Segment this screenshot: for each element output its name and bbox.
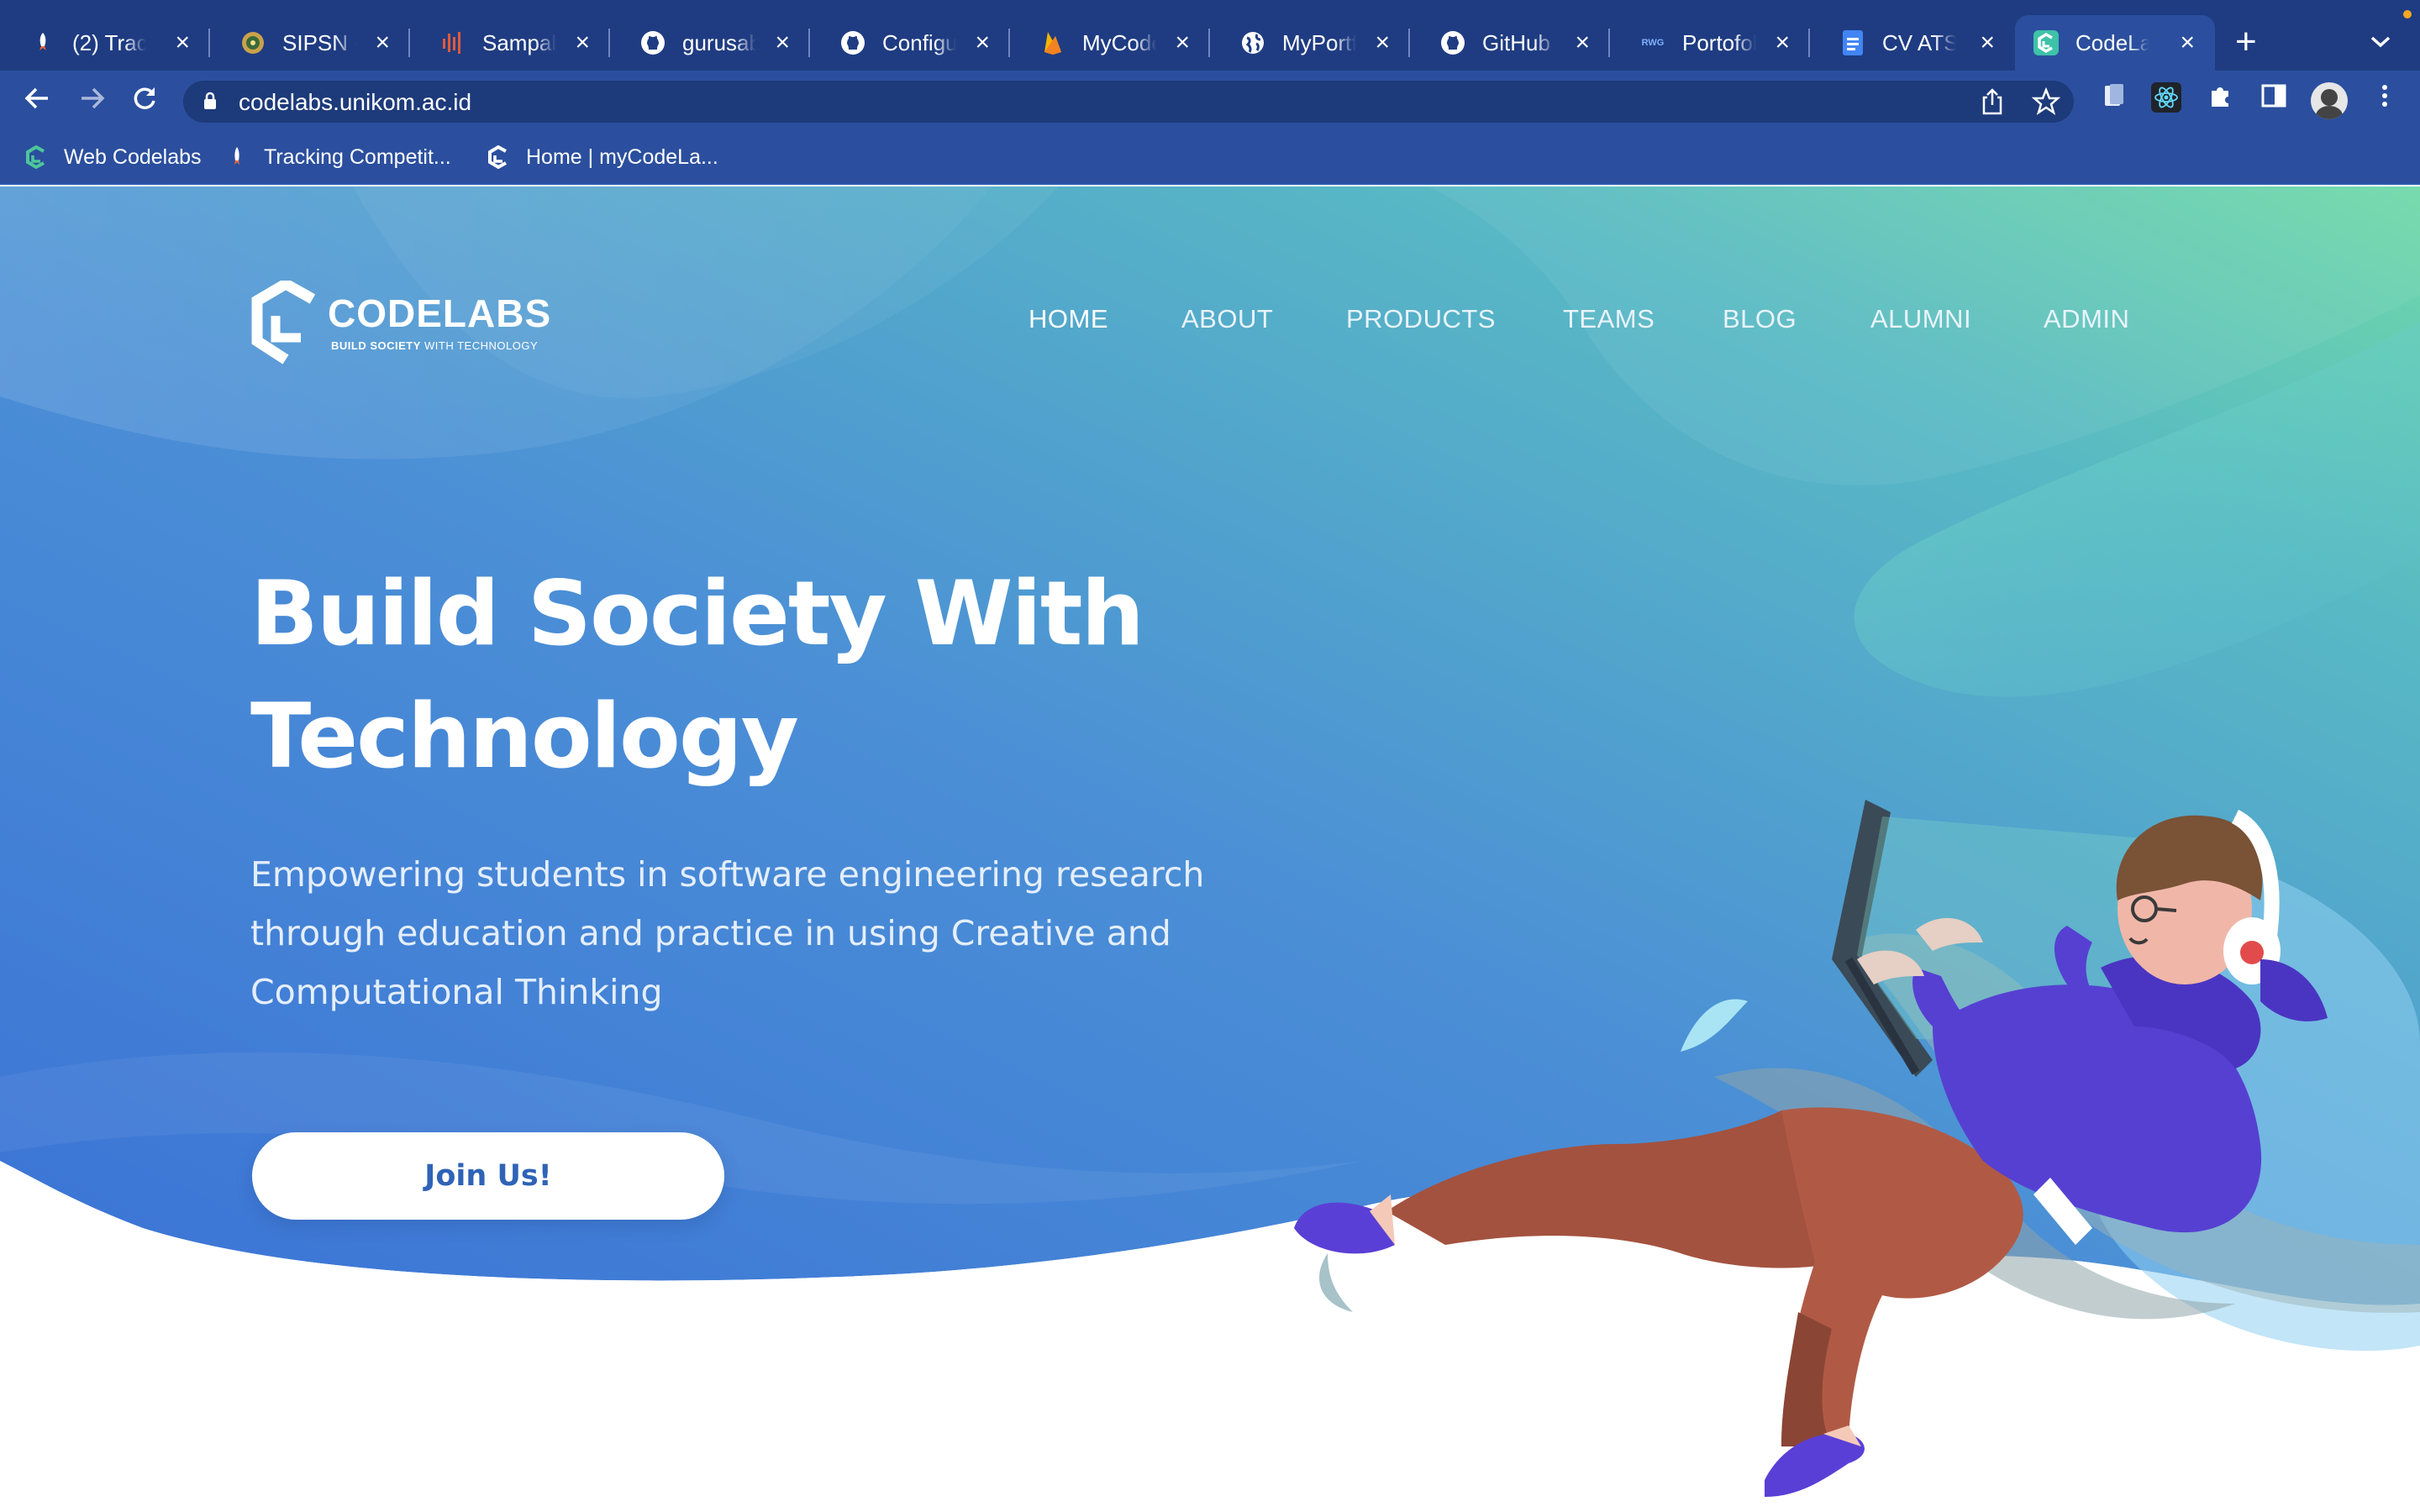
codelabs-hexagon-icon	[251, 281, 316, 365]
address-bar[interactable]: codelabs.unikom.ac.id	[183, 81, 2074, 123]
side-panel-icon[interactable]	[2255, 82, 2292, 119]
arrow-left-icon	[24, 87, 48, 109]
bookmark-web-codelabs[interactable]: Web Codelabs	[24, 143, 202, 171]
tab-myportfolio[interactable]: MyPortfolio ×	[1210, 15, 1410, 71]
logo-tagline: BUILD SOCIETY WITH TECHNOLOGY	[331, 339, 539, 352]
tab-title: Portofolio	[1682, 29, 1756, 55]
extensions-puzzle-icon[interactable]	[2202, 82, 2238, 119]
bookmark-label: Home | myCodeLa...	[526, 144, 718, 169]
close-icon[interactable]: ×	[775, 30, 790, 55]
tab-title: GitHub Login	[1482, 29, 1556, 55]
close-icon[interactable]: ×	[575, 30, 590, 55]
tab-gurusabar[interactable]: gurusabar ×	[610, 15, 810, 71]
codelabs-icon	[2033, 30, 2059, 55]
tab-title: CodeLabs	[2075, 29, 2149, 55]
tab-sipsn[interactable]: SIPSN - Sistem ×	[210, 15, 410, 71]
tab-title: Sampah Plastik	[482, 29, 556, 55]
close-icon[interactable]: ×	[975, 30, 990, 55]
hero-subtitle-line: Computational Thinking	[250, 972, 663, 1012]
bookmark-star-icon[interactable]	[2031, 87, 2061, 123]
waveform-icon	[440, 30, 466, 55]
close-icon[interactable]: ×	[1375, 30, 1390, 55]
close-icon[interactable]: ×	[1575, 30, 1590, 55]
browser-tab-strip: (2) Tracking × SIPSN - Sistem × Sampah P…	[0, 0, 2420, 71]
share-icon[interactable]	[1980, 87, 2005, 123]
new-tab-button[interactable]: +	[2235, 24, 2257, 60]
bookmark-tracking[interactable]: Tracking Competit...	[229, 143, 451, 171]
profile-avatar[interactable]	[2311, 82, 2348, 119]
reload-icon	[134, 87, 155, 109]
tab-codelabs[interactable]: CodeLabs ×	[2015, 15, 2215, 71]
tab-portofolio[interactable]: RWG Portofolio ×	[1610, 15, 1810, 71]
tab-cv-ats[interactable]: CV ATS Friendly ×	[1810, 15, 2015, 71]
tab-github-login[interactable]: GitHub Login ×	[1410, 15, 1610, 71]
hero-headline: Build Society With Technology	[250, 553, 1343, 798]
codelabs-icon	[24, 144, 49, 170]
close-icon[interactable]: ×	[375, 30, 390, 55]
hero-subtitle-line: through education and practice in using …	[250, 913, 1171, 953]
rocket-icon	[30, 30, 55, 55]
reload-button[interactable]	[128, 84, 161, 118]
arrow-right-icon	[82, 87, 105, 109]
docs-icon	[1840, 30, 1865, 55]
tab-title: SIPSN - Sistem	[282, 29, 356, 55]
nav-alumni[interactable]: ALUMNI	[1870, 304, 1971, 334]
nav-products[interactable]: PRODUCTS	[1346, 304, 1496, 334]
github-icon	[840, 30, 865, 55]
floating-student-illustration	[1294, 800, 2420, 1497]
hero-subtitle-line: Empowering students in software engineer…	[250, 854, 1205, 895]
nav-home[interactable]: HOME	[1028, 304, 1108, 334]
nav-blog[interactable]: BLOG	[1723, 304, 1797, 334]
bookmark-home-mycodelabs[interactable]: Home | myCodeLa...	[486, 143, 718, 171]
bookmarks-bar: Web Codelabs Tracking Competit... Home |…	[0, 129, 2420, 185]
extension-notes-icon[interactable]	[2096, 82, 2133, 119]
close-icon[interactable]: ×	[1980, 30, 1995, 55]
codelabs-logo[interactable]: CODELABS BUILD SOCIETY WITH TECHNOLOGY	[250, 281, 553, 368]
bookmark-label: Web Codelabs	[64, 144, 202, 169]
rwg-icon: RWG	[1641, 38, 1665, 48]
menu-kebab-icon[interactable]	[2366, 82, 2403, 119]
bookmark-label: Tracking Competit...	[264, 144, 451, 169]
tab-tracking[interactable]: (2) Tracking ×	[0, 15, 210, 71]
tab-title: MyPortfolio	[1282, 29, 1356, 55]
url-text[interactable]: codelabs.unikom.ac.id	[239, 89, 471, 116]
github-icon	[1440, 30, 1465, 55]
tab-search-button[interactable]	[2370, 29, 2391, 55]
nav-about[interactable]: ABOUT	[1181, 304, 1273, 334]
hero-headline-line: Build Society With	[250, 562, 1144, 665]
tab-configuration[interactable]: Configuration ×	[810, 15, 1010, 71]
join-us-button[interactable]: Join Us!	[252, 1132, 724, 1220]
close-icon[interactable]: ×	[175, 30, 190, 55]
back-button[interactable]	[20, 84, 54, 118]
hero-subtitle: Empowering students in software engineer…	[250, 845, 1225, 1021]
tab-title: Configuration	[882, 29, 956, 55]
codelabs-landing-page: CODELABS BUILD SOCIETY WITH TECHNOLOGY H…	[0, 186, 2420, 1512]
react-devtools-icon[interactable]	[2148, 82, 2185, 119]
codelabs-icon	[486, 144, 511, 170]
nav-teams[interactable]: TEAMS	[1563, 304, 1655, 334]
chevron-down-icon	[2370, 36, 2391, 48]
tab-title: CV ATS Friendly	[1882, 29, 1956, 55]
tab-title: gurusabar	[682, 29, 756, 55]
firebase-icon	[1040, 30, 1065, 55]
forward-button[interactable]	[76, 84, 109, 118]
nav-admin[interactable]: ADMIN	[2044, 304, 2129, 334]
hero-headline-line: Technology	[250, 685, 799, 788]
close-icon[interactable]: ×	[2180, 30, 2195, 55]
notification-dot	[2403, 10, 2412, 18]
tab-title: (2) Tracking	[72, 29, 146, 55]
rocket-icon	[229, 144, 245, 170]
tab-title: MyCodelabs	[1082, 29, 1156, 55]
emblem-icon	[240, 30, 266, 55]
tab-sampah[interactable]: Sampah Plastik ×	[410, 15, 610, 71]
lock-icon	[203, 92, 217, 110]
close-icon[interactable]: ×	[1175, 30, 1190, 55]
tab-mycodelabs[interactable]: MyCodelabs ×	[1010, 15, 1210, 71]
close-icon[interactable]: ×	[1775, 30, 1790, 55]
github-icon	[640, 30, 666, 55]
globe-icon	[1240, 30, 1265, 55]
logo-wordmark: CODELABS	[328, 291, 552, 335]
